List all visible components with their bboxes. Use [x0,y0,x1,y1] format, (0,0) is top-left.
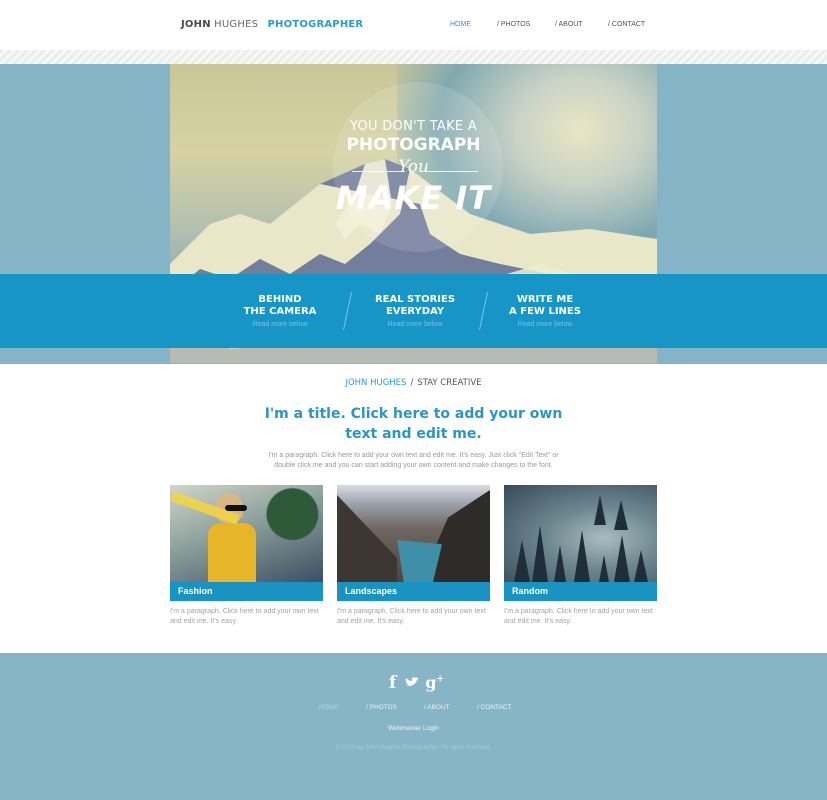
feature-read-more-link[interactable]: Read more below [345,321,485,328]
footer-nav-home[interactable]: HOME [319,704,339,711]
webmaster-login-link[interactable]: Webmaster Login [0,725,827,732]
tagline: JOHN HUGHES / STAY CREATIVE [0,378,827,388]
gallery-card-random[interactable]: Random I'm a paragraph. Click here to ad… [504,485,657,627]
random-photo[interactable] [504,485,657,582]
features-bar: BEHIND THE CAMERA Read more below REAL S… [0,274,827,348]
section-paragraph: I'm a paragraph. Click here to add your … [268,452,559,469]
section-title: I'm a title. Click here to add your own … [264,406,563,442]
hero-quote-line4: MAKE IT [335,179,492,217]
twitter-icon[interactable] [404,674,419,686]
hero-quote-line2: PHOTOGRAPH [346,135,481,155]
nav-about[interactable]: / ABOUT [555,21,583,28]
fashion-photo[interactable] [170,485,323,582]
copyright-text: © 2023 by John Hughes Photographer. All … [336,745,491,751]
feature-title-line1: REAL STORIES [374,294,456,305]
card-caption[interactable]: Fashion [170,582,323,601]
nav-contact[interactable]: / CONTACT [608,21,645,28]
card-text: I'm a paragraph. Click here to add your … [504,608,653,625]
feature-title-line2: A FEW LINES [509,306,581,317]
gallery-card-landscapes[interactable]: Landscapes I'm a paragraph. Click here t… [337,485,490,627]
feature-title-line2: EVERYDAY [385,306,445,317]
footer-nav-contact[interactable]: / CONTACT [477,704,512,711]
feature-real-stories[interactable]: REAL STORIES EVERYDAY Read more below [345,294,485,328]
facebook-icon[interactable]: f [389,673,396,693]
footer-nav-about[interactable]: / ABOUT [424,704,450,711]
logo-role: PHOTOGRAPHER [267,19,364,30]
feature-title-line1: BEHIND [258,294,302,305]
feature-title-line2: THE CAMERA [243,306,317,317]
card-caption[interactable]: Random [504,582,657,601]
hero-quote-rule-right [428,171,478,172]
card-text: I'm a paragraph. Click here to add your … [337,608,486,625]
feature-read-more-link[interactable]: Read more below [475,321,615,328]
forest-silhouette [514,495,648,582]
logo-first-name: JOHN [181,19,211,30]
landscapes-photo[interactable] [337,485,490,582]
feature-behind-the-camera[interactable]: BEHIND THE CAMERA Read more below [210,294,350,328]
card-text: I'm a paragraph. Click here to add your … [170,608,319,625]
site-footer: f g+ HOME / PHOTOS / ABOUT / CONTACT Web… [0,653,827,800]
header-divider-stripe [0,50,827,64]
hero-quote-line3: You [398,157,429,177]
tagline-name: JOHN HUGHES [345,378,407,388]
tagline-separator: / [410,378,414,388]
hero-quote-line1: YOU DON'T TAKE A [349,119,478,134]
gallery-card-fashion[interactable]: Fashion I'm a paragraph. Click here to a… [170,485,323,627]
feature-title-line1: WRITE ME [516,294,574,305]
google-plus-icon[interactable]: g+ [425,673,444,692]
tagline-motto: STAY CREATIVE [417,378,482,388]
card-caption[interactable]: Landscapes [337,582,490,601]
logo-last-name: HUGHES [214,19,259,30]
feature-write-me[interactable]: WRITE ME A FEW LINES Read more below [475,294,615,328]
nav-home[interactable]: HOME [450,21,471,28]
nav-photos[interactable]: / PHOTOS [497,21,530,28]
social-links: f g+ [389,673,444,693]
site-header: JOHN HUGHES PHOTOGRAPHER HOME / PHOTOS /… [0,0,827,50]
site-logo[interactable]: JOHN HUGHES PHOTOGRAPHER [181,19,363,30]
footer-nav-photos[interactable]: / PHOTOS [366,704,397,711]
feature-read-more-link[interactable]: Read more below [210,321,350,328]
